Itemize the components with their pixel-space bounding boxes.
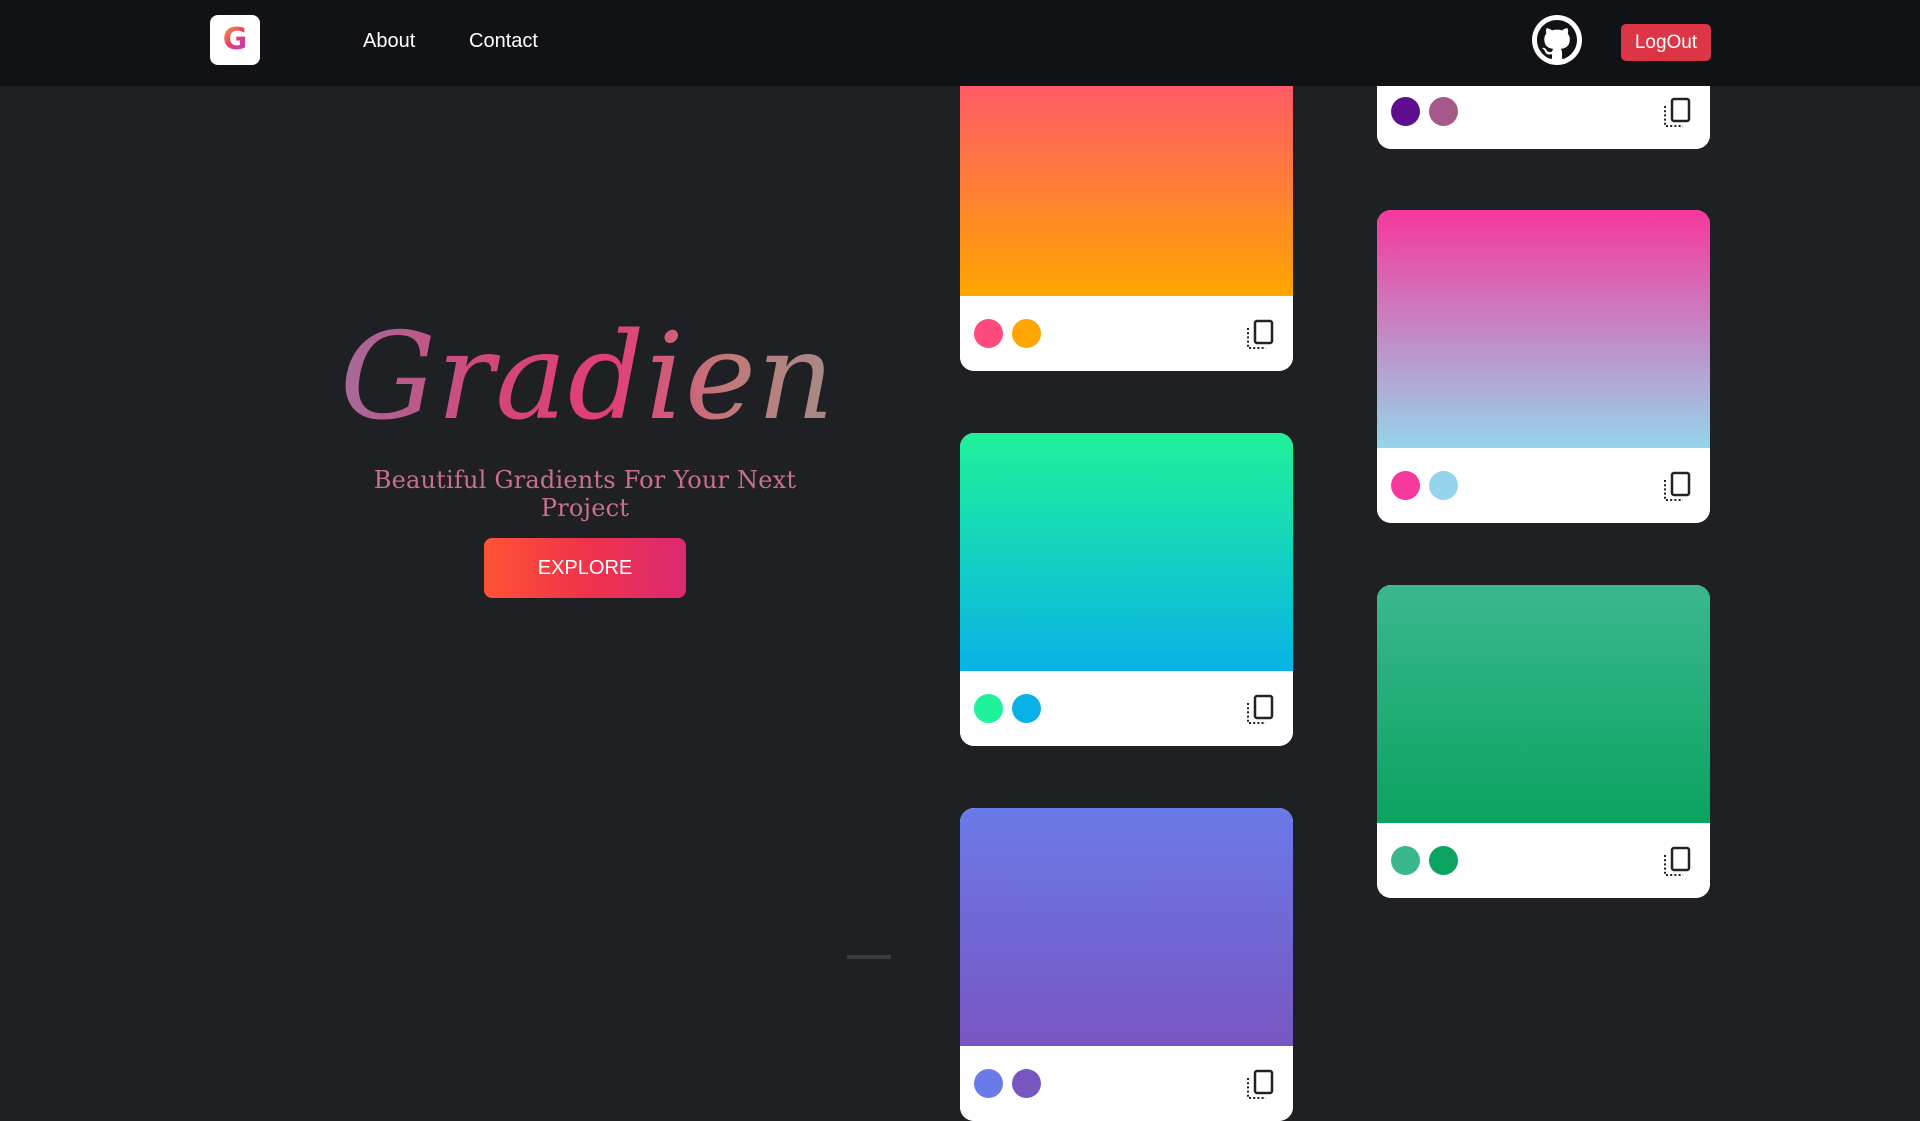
copy-icon[interactable] <box>1245 319 1275 351</box>
gradient-card <box>960 40 1293 371</box>
nav-link-about[interactable]: About <box>363 30 415 53</box>
github-icon[interactable] <box>1532 15 1582 65</box>
top-navbar: G About Contact LogOut <box>0 0 1920 86</box>
card-footer <box>1377 823 1710 898</box>
copy-icon[interactable] <box>1662 471 1692 503</box>
gradient-card <box>1377 210 1710 523</box>
color-dot-2[interactable] <box>1429 471 1458 500</box>
color-dot-1[interactable] <box>974 319 1003 348</box>
copy-icon[interactable] <box>1662 846 1692 878</box>
color-dot-1[interactable] <box>974 1069 1003 1098</box>
hero-title: Gradients <box>340 308 948 447</box>
color-dot-2[interactable] <box>1429 97 1458 126</box>
card-footer <box>960 1046 1293 1121</box>
nav-link-contact[interactable]: Contact <box>469 30 538 53</box>
logo-icon[interactable]: G <box>210 15 260 65</box>
color-dot-2[interactable] <box>1012 694 1041 723</box>
scroll-indicator <box>847 955 891 959</box>
color-dot-1[interactable] <box>1391 846 1420 875</box>
color-dot-1[interactable] <box>1391 97 1420 126</box>
logout-button[interactable]: LogOut <box>1621 24 1711 61</box>
card-footer <box>1377 448 1710 523</box>
gradient-card <box>960 433 1293 746</box>
copy-icon[interactable] <box>1662 97 1692 129</box>
card-footer <box>960 671 1293 746</box>
copy-icon[interactable] <box>1245 694 1275 726</box>
copy-icon[interactable] <box>1245 1069 1275 1101</box>
color-dot-2[interactable] <box>1012 319 1041 348</box>
gradient-swatch[interactable] <box>1377 210 1710 448</box>
explore-button[interactable]: EXPLORE <box>484 538 686 598</box>
logo-letter: G <box>222 22 248 57</box>
color-dot-1[interactable] <box>1391 471 1420 500</box>
gradient-swatch[interactable] <box>960 808 1293 1046</box>
card-footer <box>960 296 1293 371</box>
color-dot-1[interactable] <box>974 694 1003 723</box>
color-dot-2[interactable] <box>1429 846 1458 875</box>
gradient-card <box>960 808 1293 1121</box>
gradient-card <box>1377 585 1710 898</box>
color-dot-2[interactable] <box>1012 1069 1041 1098</box>
hero-subtitle: Beautiful Gradients For Your Next Projec… <box>373 466 797 522</box>
gradient-swatch[interactable] <box>1377 585 1710 823</box>
gradient-swatch[interactable] <box>960 433 1293 671</box>
